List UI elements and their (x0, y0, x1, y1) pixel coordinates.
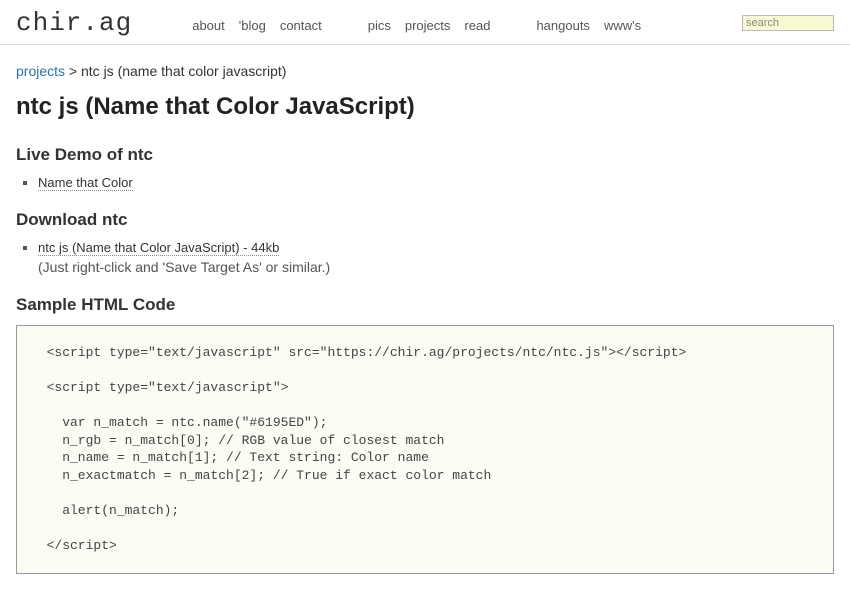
nav-read[interactable]: read (464, 18, 490, 33)
breadcrumb-root-link[interactable]: projects (16, 63, 65, 79)
sample-heading: Sample HTML Code (16, 295, 834, 315)
nav-blog[interactable]: 'blog (239, 18, 266, 33)
breadcrumb-current: ntc js (name that color javascript) (81, 63, 286, 79)
download-heading: Download ntc (16, 210, 834, 230)
demo-heading: Live Demo of ntc (16, 145, 834, 165)
download-list: ntc js (Name that Color JavaScript) - 44… (38, 240, 834, 275)
list-item: ntc js (Name that Color JavaScript) - 44… (38, 240, 834, 275)
download-link[interactable]: ntc js (Name that Color JavaScript) - 44… (38, 240, 279, 256)
topbar: chir.ag about 'blog contact pics project… (0, 0, 850, 45)
page-title: ntc js (Name that Color JavaScript) (16, 93, 834, 121)
nav-contact[interactable]: contact (280, 18, 322, 33)
code-block: <script type="text/javascript" src="http… (16, 325, 834, 574)
search-input[interactable] (742, 15, 834, 31)
nav-pics[interactable]: pics (368, 18, 391, 33)
breadcrumb: projects > ntc js (name that color javas… (16, 63, 834, 79)
demo-link[interactable]: Name that Color (38, 175, 133, 191)
nav-wwws[interactable]: www's (604, 18, 641, 33)
breadcrumb-sep: > (65, 63, 81, 79)
site-logo[interactable]: chir.ag (16, 8, 132, 38)
demo-list: Name that Color (38, 175, 834, 190)
nav-about[interactable]: about (192, 18, 225, 33)
nav-hangouts[interactable]: hangouts (536, 18, 590, 33)
list-item: Name that Color (38, 175, 834, 190)
download-note: (Just right-click and 'Save Target As' o… (38, 259, 834, 275)
nav-projects[interactable]: projects (405, 18, 451, 33)
main-nav: about 'blog contact pics projects read h… (192, 14, 742, 33)
page-content: projects > ntc js (name that color javas… (0, 45, 850, 594)
